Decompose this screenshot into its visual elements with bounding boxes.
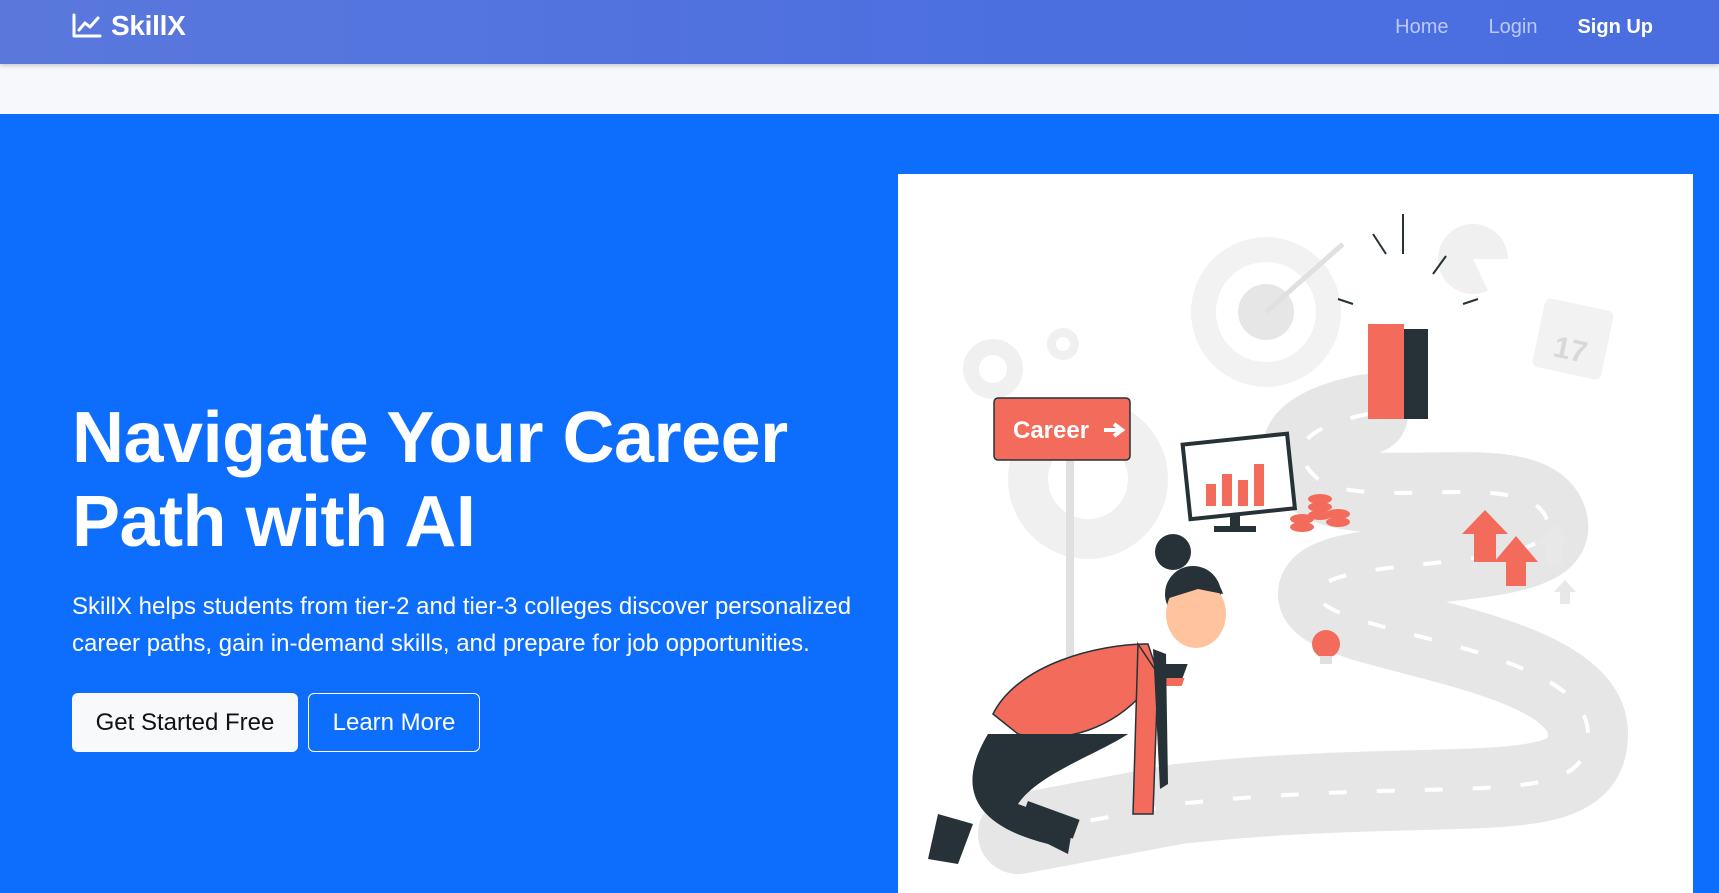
top-navbar: SkillX Home Login Sign Up [0,0,1719,64]
chart-line-icon [72,13,102,38]
calendar-icon: 17 [1532,298,1614,380]
brand-name: SkillX [111,10,186,41]
brand-logo-link[interactable]: SkillX [72,10,186,42]
svg-text:17: 17 [1551,331,1591,370]
svg-text:Career: Career [1013,417,1089,444]
career-illustration-graphic: 17 Career [928,214,1629,874]
career-path-illustration: 17 Career [898,174,1693,893]
nav-link-login[interactable]: Login [1469,14,1558,40]
nav-link-home[interactable]: Home [1375,14,1468,40]
nav-link-sign-up[interactable]: Sign Up [1557,14,1673,40]
target-icon [1191,237,1345,387]
nav-links: Home Login Sign Up [1375,14,1673,40]
monitor-chart-icon [1180,431,1298,532]
header-spacer [0,64,1719,114]
hero-subtitle: SkillX helps students from tier-2 and ti… [72,593,852,657]
get-started-button[interactable]: Get Started Free [72,693,298,752]
pie-chart-icon [1438,224,1509,294]
learn-more-button[interactable]: Learn More [308,693,480,752]
hero-title: Navigate Your Career Path with AI [72,398,788,562]
hero-section: Navigate Your Career Path with AI SkillX… [0,114,1719,893]
